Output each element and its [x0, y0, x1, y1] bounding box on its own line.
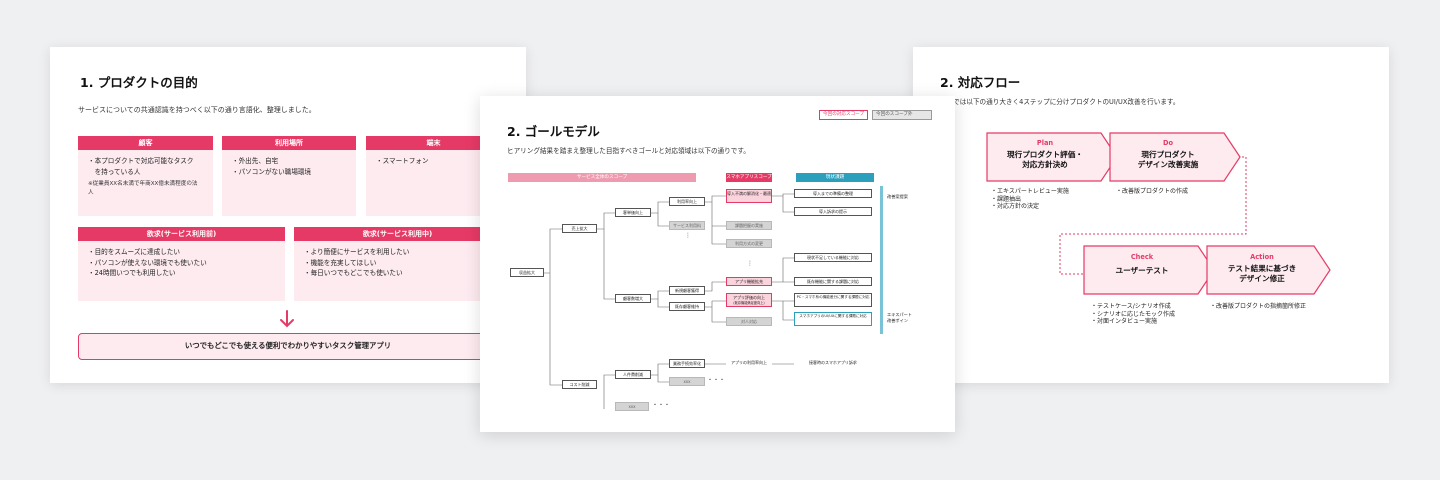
- node-new-customers: 新規顧客獲得: [669, 286, 705, 295]
- node-uiux-issues: スマホアプリのUI/UXに関する課題に対応: [794, 312, 872, 326]
- step-do-label: Do: [1162, 139, 1173, 147]
- list-item: ・改善版プロダクトの指摘箇所修正: [1210, 303, 1307, 310]
- ellipsis: ⋮: [747, 260, 753, 267]
- card-desire-during-header: 欲求(サービス利用中): [294, 227, 501, 241]
- node-existing-issues: 既存機能に関する課題に対応: [794, 277, 872, 286]
- slide1-subtitle: サービスについての共通認識を持つべく以下の通り言語化、整理しました。: [78, 106, 316, 114]
- step-action-title-1: テスト結果に基づき: [1227, 264, 1297, 273]
- node-app-rating-label: アプリ評価の向上: [733, 295, 765, 300]
- label-expert: エキスパート: [887, 312, 912, 317]
- list-item: ・エキスパートレビュー実施: [991, 188, 1069, 195]
- node-root: 収益拡大: [510, 268, 544, 277]
- card-item: ・機能を充実してほしい: [304, 258, 377, 267]
- node-issue-grasp: 課題把握の実施: [726, 221, 772, 230]
- node-promotion: 接客時のスマホアプリ訴求: [809, 360, 857, 365]
- node-cost-down: コスト削減: [562, 380, 597, 389]
- node-sales-up: 売上拡大: [562, 224, 597, 233]
- step-plan-label: Plan: [1036, 139, 1054, 147]
- node-labor: 人件費削減: [615, 370, 651, 379]
- card-customer: 顧客 ・本プロダクトで対応可能なタスク を持っている人 ※従業員XX名未満で年商…: [78, 136, 213, 216]
- node-in-person: 対人対応: [726, 317, 772, 326]
- card-item: ・本プロダクトで対応可能なタスク: [88, 157, 194, 165]
- card-location: 利用場所 ・外出先、自宅 ・パソコンがない職場環境: [222, 136, 356, 216]
- ellipsis: ・・・: [707, 377, 726, 384]
- list-item: ・テストケース/シナリオ作成: [1091, 303, 1171, 310]
- node-process-efficiency: 業務手続効率化: [669, 359, 705, 368]
- step-do-title-2: デザイン改善実施: [1137, 160, 1199, 169]
- node-app-rating: アプリ評価の向上 (既存機能満足度向上): [726, 293, 772, 307]
- list-item: ・改善版プロダクトの作成: [1116, 188, 1189, 195]
- card-item: ・24時間いつでも利用したい: [88, 269, 176, 277]
- step-do-list: ・改善版プロダクトの作成: [1116, 188, 1188, 196]
- step-plan-list: ・エキスパートレビュー実施 ・課題抽出 ・対応方針の決定: [991, 188, 1069, 211]
- card-note: ※従業員XX名未満で年商XX億未満程度の法人: [88, 181, 198, 196]
- step-check-label: Check: [1130, 253, 1154, 261]
- ellipsis: ⋮: [685, 232, 691, 239]
- list-item: ・対面インタビュー実施: [1091, 318, 1158, 326]
- card-item: ・より簡便にサービスを利用したい: [304, 248, 410, 256]
- list-item: ・対応方針の決定: [991, 203, 1040, 211]
- node-service-fee: サービス利用料: [669, 221, 705, 230]
- card-item: ・パソコンがない職場環境: [232, 167, 312, 176]
- card-item: を持っている人: [88, 167, 141, 176]
- slide3-subtitle: 本件では以下の通り大きく4ステップに分けプロダクトのUI/UX改善を行います。: [940, 98, 1180, 106]
- label-proposal: 改善案提案: [887, 194, 908, 199]
- goal-statement: いつでもどこでも使える便利でわかりやすいタスク管理アプリ: [78, 333, 498, 360]
- node-missing-features: 現状不足している機能に対応: [794, 253, 872, 262]
- card-item: ・目的をスムーズに達成したい: [88, 248, 180, 256]
- node-unit-price: 客単価向上: [615, 208, 651, 217]
- card-desire-before-header: 欲求(サービス利用前): [78, 227, 285, 241]
- step-action-label: Action: [1250, 253, 1274, 261]
- step-check-title: ユーザーテスト: [1115, 266, 1169, 275]
- card-desire-before: 欲求(サービス利用前) ・目的をスムーズに達成したい ・パソコンが使えない環境で…: [78, 227, 285, 301]
- slide3-title: 2. 対応フロー: [940, 75, 1021, 90]
- step-check-list: ・テストケース/シナリオ作成 ・シナリオに応じたモック作成 ・対面インタビュー実…: [1091, 303, 1175, 326]
- node-retention: 既存顧客維持: [669, 302, 705, 311]
- node-out-scope: xxx: [615, 402, 649, 411]
- node-pc-mobile-diff: PC・スマホ系の機能差分に関する課題に対応: [794, 293, 872, 307]
- card-item: ・パソコンが使えない環境でも使いたい: [88, 258, 207, 267]
- node-app-usage: アプリの利用率向上: [731, 360, 767, 365]
- step-do: Do 現行プロダクト デザイン改善実施: [1109, 139, 1227, 170]
- step-action: Action テスト結果に基づき デザイン修正: [1206, 253, 1318, 284]
- step-plan-title-1: 現行プロダクト評価・: [1007, 150, 1083, 159]
- node-customers: 顧客数増大: [615, 294, 651, 303]
- step-action-list: ・改善版プロダクトの指摘箇所修正: [1210, 303, 1306, 311]
- ellipsis: ・・・: [652, 402, 671, 409]
- slide-flow: 2. 対応フロー 本件では以下の通り大きく4ステップに分けプロダクトのUI/UX…: [913, 47, 1389, 383]
- card-item: ・外出先、自宅: [232, 157, 279, 165]
- card-item: ・スマートフォン: [376, 157, 429, 165]
- card-location-header: 利用場所: [222, 136, 356, 150]
- step-do-title-1: 現行プロダクト: [1141, 150, 1195, 159]
- step-action-title-2: デザイン修正: [1239, 274, 1285, 283]
- step-check: Check ユーザーテスト: [1083, 253, 1201, 276]
- card-desire-during: 欲求(サービス利用中) ・より簡便にサービスを利用したい ・機能を充実してほしい…: [294, 227, 501, 301]
- node-prep: 導入までの準備の整理: [794, 189, 872, 198]
- node-out-scope: xxx: [669, 377, 705, 386]
- node-app-rating-note: (既存機能満足度向上): [733, 301, 765, 305]
- node-appeal: 導入訴求の提示: [794, 207, 872, 216]
- card-item: ・毎日いつでもどこでも使いたい: [304, 269, 403, 277]
- card-customer-header: 顧客: [78, 136, 213, 150]
- node-usage-rate: 利用率向上: [669, 197, 705, 206]
- node-method-change: 利用方式の変更: [726, 239, 772, 248]
- node-onboarding: 導入不満の解消化・最適化: [726, 189, 772, 203]
- slide-product-purpose: 1. プロダクトの目的 サービスについての共通認識を持つべく以下の通り言語化、整…: [50, 47, 526, 383]
- node-app-features: アプリ機能拡充: [726, 277, 772, 286]
- slide1-title: 1. プロダクトの目的: [80, 75, 198, 90]
- slide-goal-model: 今回の対応スコープ 今回のスコープ外 2. ゴールモデル ヒアリング結果を踏まえ…: [480, 96, 955, 432]
- label-points: 改善ポイン: [887, 318, 908, 323]
- step-plan: Plan 現行プロダクト評価・ 対応方針決め: [986, 139, 1104, 170]
- step-plan-title-2: 対応方針決め: [1022, 160, 1068, 169]
- arrow-down-icon: [280, 310, 294, 328]
